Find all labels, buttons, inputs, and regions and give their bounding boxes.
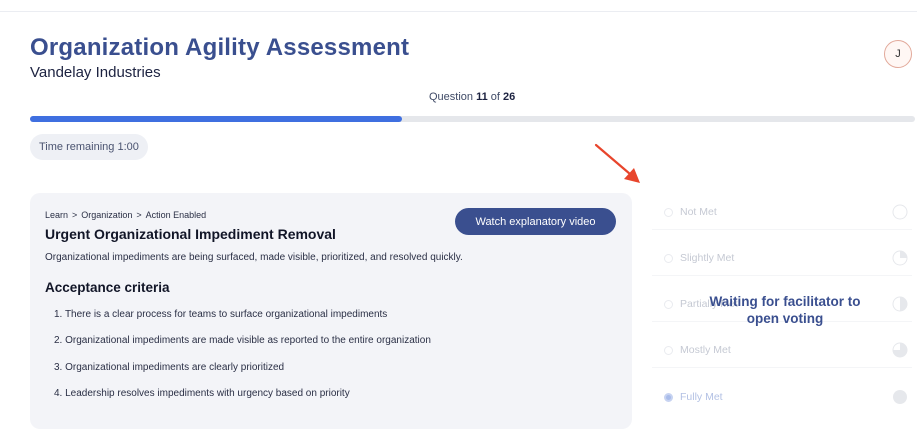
question-counter: Question 11 of 26: [429, 91, 515, 103]
radio-button[interactable]: [664, 207, 673, 217]
breadcrumb-separator: >: [136, 210, 142, 220]
breadcrumb-item-action-enabled: Action Enabled: [145, 210, 207, 220]
half-circle-icon: [892, 296, 908, 312]
vote-option-mostly-met[interactable]: Mostly Met: [652, 333, 912, 367]
acceptance-criteria-heading: Acceptance criteria: [45, 280, 170, 295]
divider: [652, 229, 912, 230]
watch-video-button[interactable]: Watch explanatory video: [455, 208, 616, 235]
breadcrumb-separator: >: [72, 210, 78, 220]
divider: [652, 367, 912, 368]
radio-button[interactable]: [664, 299, 673, 309]
radio-button-selected[interactable]: [664, 392, 673, 402]
practice-title: Urgent Organizational Impediment Removal: [45, 226, 336, 242]
vote-option-not-met[interactable]: Not Met: [652, 195, 912, 229]
progress-bar-fill: [30, 116, 402, 122]
three-quarter-circle-icon: [892, 342, 908, 358]
organization-name: Vandelay Industries: [30, 64, 161, 81]
top-divider: [0, 11, 917, 12]
quarter-circle-icon: [892, 250, 908, 266]
question-of: of: [490, 91, 500, 103]
user-avatar[interactable]: J: [884, 40, 912, 68]
criterion-item: 4. Leadership resolves impediments with …: [54, 388, 350, 399]
progress-bar: [30, 116, 915, 122]
criterion-item: 1. There is a clear process for teams to…: [54, 309, 388, 320]
voting-panel: Not Met Slightly Met Partially Met Mostl…: [652, 193, 917, 429]
vote-option-label: Fully Met: [680, 391, 723, 403]
practice-description: Organizational impediments are being sur…: [45, 252, 463, 263]
breadcrumb-item-learn[interactable]: Learn: [45, 210, 68, 220]
question-current: 11: [476, 91, 488, 103]
divider: [652, 275, 912, 276]
breadcrumb: Learn > Organization > Action Enabled: [45, 210, 206, 220]
question-total: 26: [503, 91, 516, 103]
pointer-arrow-icon: [594, 143, 640, 183]
vote-option-label: Slightly Met: [680, 252, 735, 264]
criterion-item: 3. Organizational impediments are clearl…: [54, 362, 285, 373]
vote-option-fully-met[interactable]: Fully Met: [652, 380, 912, 414]
empty-circle-icon: [892, 204, 908, 220]
vote-option-label: Not Met: [680, 206, 717, 218]
radio-button[interactable]: [664, 345, 673, 355]
vote-option-label: Mostly Met: [680, 344, 731, 356]
criterion-item: 2. Organizational impediments are made v…: [54, 335, 431, 346]
page-title: Organization Agility Assessment: [30, 34, 410, 61]
breadcrumb-item-organization[interactable]: Organization: [81, 210, 132, 220]
radio-button[interactable]: [664, 253, 673, 263]
time-remaining-badge: Time remaining 1:00: [30, 134, 148, 160]
vote-option-slightly-met[interactable]: Slightly Met: [652, 241, 912, 275]
question-label: Question: [429, 91, 474, 103]
practice-card: Learn > Organization > Action Enabled Watch …: [30, 193, 632, 429]
full-circle-icon: [893, 390, 907, 404]
waiting-for-voting-message: Waiting for facilitator to open voting: [709, 294, 861, 326]
